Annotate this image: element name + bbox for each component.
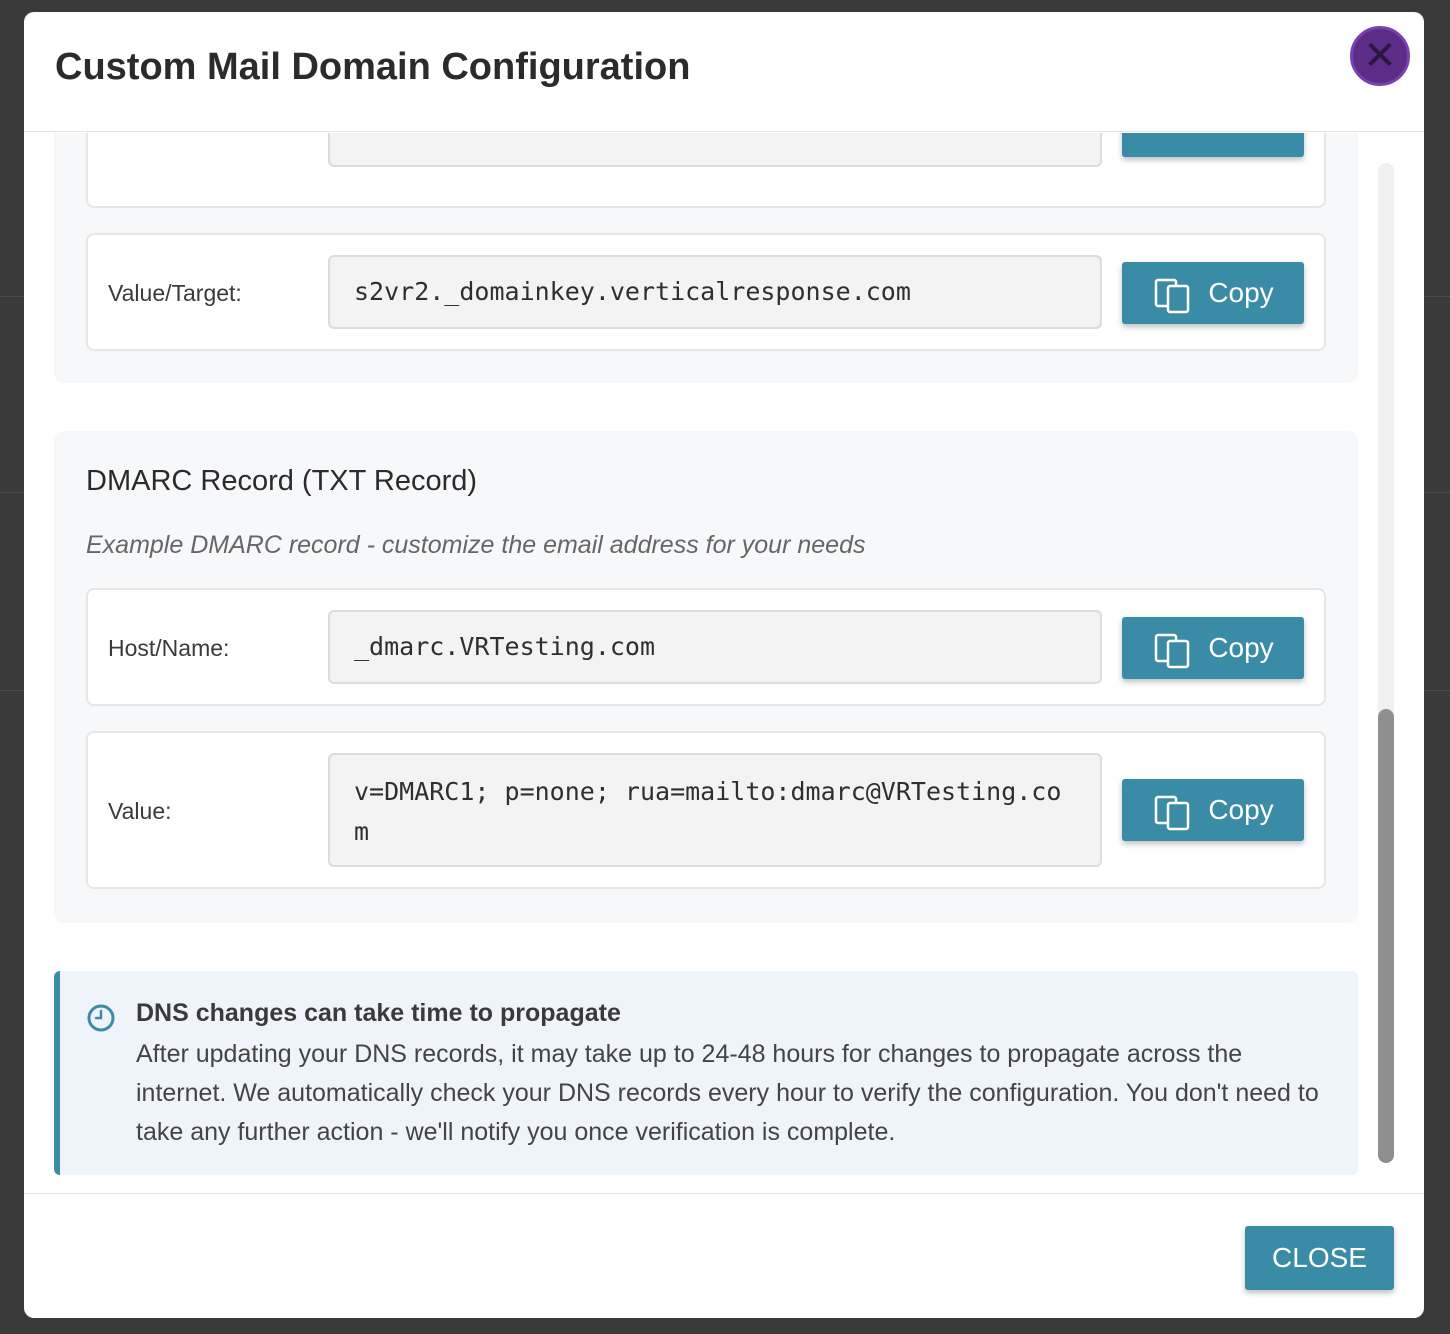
dmarc-host-field[interactable]: _dmarc.VRTesting.com	[328, 610, 1102, 684]
copy-label: Copy	[1208, 277, 1274, 308]
copy-label: Copy	[1208, 632, 1274, 663]
dkim-host-row	[86, 133, 1326, 208]
modal-title: Custom Mail Domain Configuration	[55, 46, 691, 88]
dmarc-section: DMARC Record (TXT Record) Example DMARC …	[54, 431, 1358, 923]
close-icon[interactable]: ✕	[1350, 26, 1410, 86]
dns-propagation-notice: DNS changes can take time to propagate A…	[54, 971, 1358, 1175]
dmarc-host-copy-button[interactable]: Copy	[1122, 617, 1304, 679]
dmarc-value-row: Value: v=DMARC1; p=none; rua=mailto:dmar…	[86, 731, 1326, 889]
copy-icon	[1155, 795, 1190, 831]
dkim-host-copy-button[interactable]	[1122, 133, 1304, 157]
dmarc-title: DMARC Record (TXT Record)	[86, 465, 478, 497]
dmarc-value-label: Value:	[108, 798, 172, 824]
modal-body: Value/Target: s2vr2._domainkey.verticalr…	[24, 133, 1424, 1193]
scrollbar-thumb[interactable]	[1378, 709, 1394, 1163]
close-button[interactable]: CLOSE	[1245, 1226, 1394, 1290]
dmarc-value-copy-button[interactable]: Copy	[1122, 779, 1304, 841]
notice-text: After updating your DNS records, it may …	[136, 1040, 1319, 1146]
dkim-value-copy-button[interactable]: Copy	[1122, 262, 1304, 324]
dmarc-value-field[interactable]: v=DMARC1; p=none; rua=mailto:dmarc@VRTes…	[328, 753, 1102, 867]
dkim-value-field[interactable]: s2vr2._domainkey.verticalresponse.com	[328, 255, 1102, 329]
dkim-section: Value/Target: s2vr2._domainkey.verticalr…	[54, 133, 1358, 383]
copy-icon	[1155, 278, 1190, 314]
dkim-value-label: Value/Target:	[108, 280, 242, 306]
modal-footer: CLOSE	[24, 1193, 1424, 1318]
notice-title: DNS changes can take time to propagate	[136, 999, 621, 1027]
copy-icon	[1155, 633, 1190, 669]
dkim-host-field[interactable]	[328, 133, 1102, 167]
dmarc-subtitle: Example DMARC record - customize the ema…	[86, 531, 866, 559]
dkim-value-row: Value/Target: s2vr2._domainkey.verticalr…	[86, 233, 1326, 351]
copy-label: Copy	[1208, 794, 1274, 825]
dmarc-host-label: Host/Name:	[108, 635, 230, 661]
mail-domain-modal: Custom Mail Domain Configuration ✕ Value…	[24, 12, 1424, 1318]
clock-icon	[87, 1004, 115, 1032]
dmarc-host-row: Host/Name: _dmarc.VRTesting.com Copy	[86, 588, 1326, 706]
modal-header: Custom Mail Domain Configuration ✕	[24, 12, 1424, 132]
